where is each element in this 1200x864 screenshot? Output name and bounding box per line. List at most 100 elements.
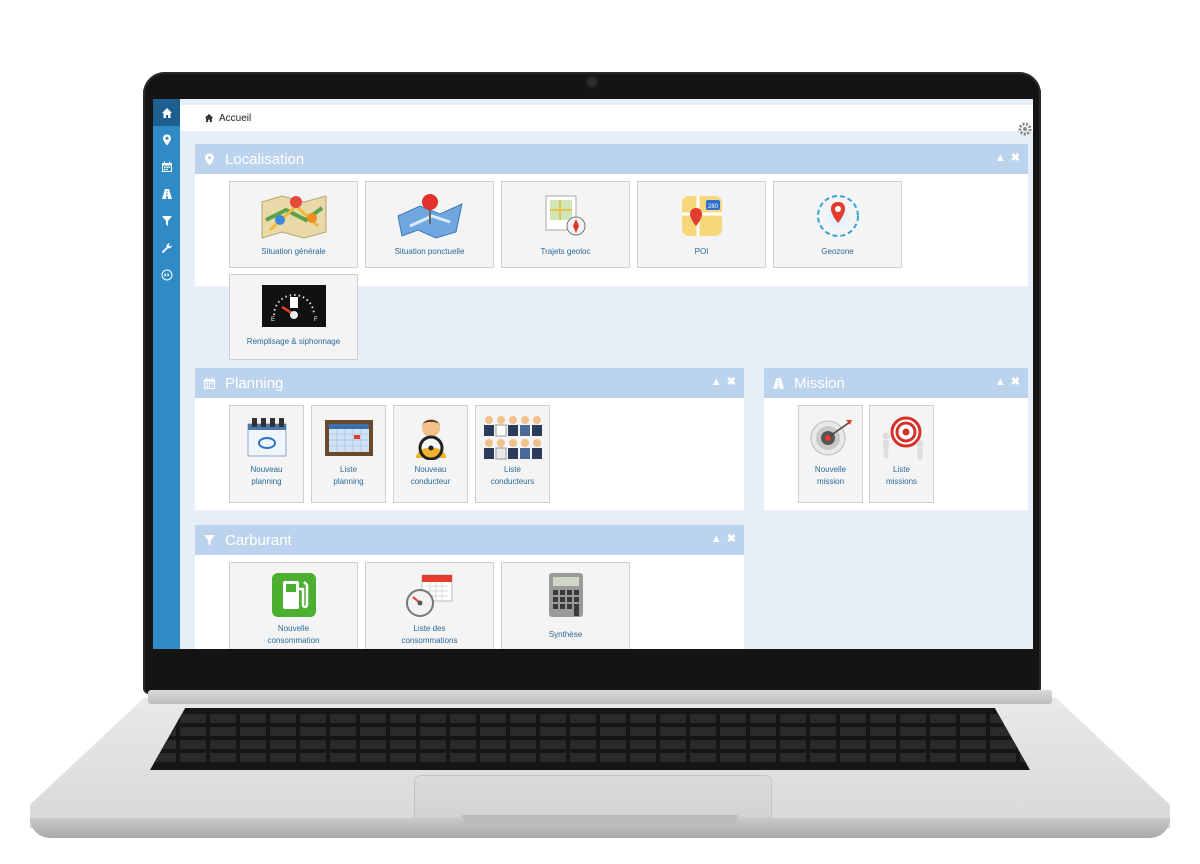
front-notch [462, 815, 738, 825]
tile-trajets-geoloc[interactable]: Trajets geoloc [501, 181, 630, 268]
tile-nouveau-conducteur[interactable]: Nouveau conducteur [393, 405, 468, 503]
gear-icon[interactable] [1017, 121, 1033, 137]
close-icon[interactable]: ✖ [1011, 153, 1020, 164]
tile-situation-generale[interactable]: Situation générale [229, 181, 358, 268]
svg-text:F: F [314, 317, 318, 323]
tile-label: Remplisage & siphonnage [246, 337, 341, 346]
tile-poi[interactable]: 280 POI [637, 181, 766, 268]
hinge [148, 690, 1052, 704]
tile-label-line2: conducteur [410, 477, 451, 486]
calculator-icon [548, 573, 583, 617]
map-icon [261, 195, 326, 239]
breadcrumb-label[interactable]: Accueil [219, 113, 251, 124]
tile-label-line1: Liste [504, 465, 521, 474]
sidebar-item-mission[interactable] [153, 180, 180, 207]
panel-title: Mission [794, 374, 845, 392]
close-icon[interactable]: ✖ [727, 377, 736, 388]
panel-localisation-header: Localisation ▲ ✖ [195, 144, 1028, 174]
drivers-group-icon [483, 416, 542, 460]
tile-nouvelle-mission[interactable]: Nouvelle mission [798, 405, 863, 503]
tile-label-line2: conducteurs [490, 477, 535, 486]
tile-geozone[interactable]: Geozone [773, 181, 902, 268]
webcam [587, 77, 597, 87]
calendar-icon [161, 161, 172, 172]
fuel-gauge-icon: E F [261, 285, 326, 327]
tile-label-line1: Nouveau [414, 465, 447, 474]
filter-icon [161, 215, 172, 226]
tile-label-line2: planning [333, 477, 364, 486]
sidebar-item-carburant[interactable] [153, 207, 180, 234]
tile-remplisage-siphonnage[interactable]: E F Remplisage & siphonnage [229, 274, 358, 360]
expand-icon [161, 269, 172, 280]
tile-label-line1: Synthèse [548, 630, 583, 639]
tile-label-line2: consommation [267, 636, 320, 645]
tile-liste-planning[interactable]: Liste planning [311, 405, 386, 503]
target-icon [810, 420, 852, 456]
tile-nouveau-planning[interactable]: Nouveau planning [229, 405, 304, 503]
app-screen: Accueil Localisation ▲ ✖ Situation génér… [153, 99, 1033, 649]
laptop-base [30, 690, 1170, 845]
calendar-new-icon [247, 418, 286, 457]
collapse-icon[interactable]: ▲ [711, 377, 722, 388]
collapse-icon[interactable]: ▲ [711, 534, 722, 545]
tile-label: Situation générale [261, 247, 326, 256]
driver-icon [415, 419, 446, 460]
breadcrumb: Accueil [180, 105, 1033, 131]
map-marker-icon [162, 134, 171, 145]
fuel-calendar-icon [405, 574, 452, 617]
main-content: Accueil Localisation ▲ ✖ Situation génér… [180, 99, 1033, 649]
panel-title: Planning [225, 374, 284, 392]
tile-label-line1: Nouvelle [814, 465, 847, 474]
tile-synthese[interactable]: Synthèse [501, 562, 630, 649]
panel-mission-header: Mission ▲ ✖ [764, 368, 1028, 398]
tile-label: Trajets geoloc [540, 247, 591, 256]
close-icon[interactable]: ✖ [1011, 377, 1020, 388]
tile-label-line2: consommations [401, 636, 458, 645]
svg-text:280: 280 [707, 204, 718, 210]
close-icon[interactable]: ✖ [727, 534, 736, 545]
panel-planning-header: Planning ▲ ✖ [195, 368, 744, 398]
panel-title: Localisation [225, 150, 305, 168]
sidebar-expand[interactable] [153, 261, 180, 288]
tile-label-line2: planning [251, 477, 282, 486]
tile-label-line2: mission [816, 477, 845, 486]
sidebar-item-settings[interactable] [153, 234, 180, 261]
svg-text:E: E [271, 317, 275, 323]
geozone-icon [816, 195, 859, 237]
tile-label-line1: Nouvelle [277, 624, 310, 633]
panel-carburant-header: Carburant ▲ ✖ [195, 525, 744, 555]
tile-nouvelle-consommation[interactable]: Nouvelle consommation [229, 562, 358, 649]
sidebar-item-planning[interactable] [153, 153, 180, 180]
route-icon [545, 195, 585, 236]
tile-liste-conducteurs[interactable]: Liste conducteurs [475, 405, 550, 503]
home-icon [161, 107, 172, 118]
sidebar-item-localisation[interactable] [153, 126, 180, 153]
tile-label-line1: Liste [340, 465, 357, 474]
collapse-icon[interactable]: ▲ [995, 153, 1006, 164]
collapse-icon[interactable]: ▲ [995, 377, 1006, 388]
tile-label-line1: Liste des [413, 624, 446, 633]
filter-icon [204, 534, 215, 546]
fuel-pump-icon [271, 573, 316, 617]
map-marker-icon [205, 153, 214, 165]
tile-liste-missions[interactable]: Liste missions [869, 405, 934, 503]
tile-liste-consommations[interactable]: Liste des consommations [365, 562, 494, 649]
road-icon [161, 188, 172, 199]
wrench-icon [161, 242, 172, 253]
keyboard [150, 708, 1030, 770]
tile-label-line1: Nouveau [250, 465, 283, 474]
target-people-icon [882, 416, 923, 460]
tile-situation-ponctuelle[interactable]: Situation ponctuelle [365, 181, 494, 268]
tile-label-line1: Liste [893, 465, 910, 474]
calendar-list-icon [324, 420, 373, 456]
road-icon [773, 377, 784, 389]
poi-map-icon: 280 [681, 196, 722, 236]
tile-label: POI [694, 247, 709, 256]
sidebar [153, 99, 180, 649]
sidebar-item-home[interactable] [153, 99, 180, 126]
laptop-deck [30, 698, 1170, 828]
map-pin-icon [396, 194, 463, 239]
tile-label-line2: missions [885, 477, 918, 486]
tile-label: Geozone [821, 247, 854, 256]
panel-title: Carburant [225, 531, 292, 549]
